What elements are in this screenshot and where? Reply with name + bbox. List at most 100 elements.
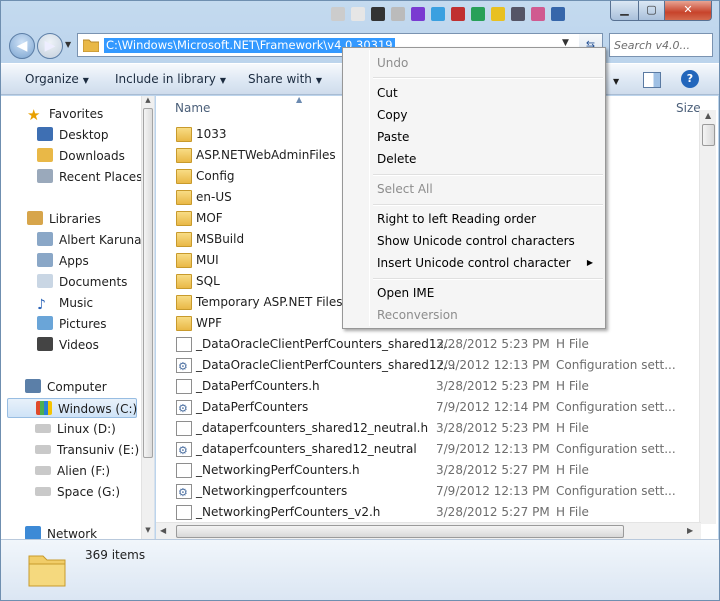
nav-desktop[interactable]: Desktop (37, 125, 109, 145)
menu-item-undo[interactable]: Undo (345, 52, 603, 74)
nav-windows-c[interactable]: Windows (C:) (7, 398, 137, 418)
scrollbar-thumb[interactable] (702, 124, 715, 146)
explorer-window: ▁ ▢ ✕ ◀ ▶ ▼ C:\Windows\Microsoft.NET\Fra… (0, 0, 720, 601)
file-name: WPF (196, 316, 223, 330)
folder-icon (176, 295, 192, 310)
table-row[interactable]: _dataperfcounters_shared12_neutral.h 3/28… (168, 418, 688, 439)
menu-item-copy[interactable]: Copy (345, 104, 603, 126)
scroll-up-icon[interactable]: ▲ (705, 111, 711, 120)
maximize-button[interactable]: ▢ (638, 1, 665, 21)
menu-item-delete[interactable]: Delete (345, 148, 603, 170)
file-name: 1033 (196, 127, 227, 141)
file-name: Temporary ASP.NET Files (196, 295, 343, 309)
nav-alien-f[interactable]: Alien (F:) (35, 461, 110, 481)
horizontal-scrollbar[interactable]: ◀ ▶ (156, 522, 701, 539)
context-menu: Undo Cut Copy Paste Delete Select All Ri… (342, 47, 606, 329)
recent-pages-dropdown-icon[interactable]: ▼ (65, 40, 71, 49)
menu-item-reconversion[interactable]: Reconversion (345, 304, 603, 326)
file-name: _DataOracleClientPerfCounters_shared12..… (196, 358, 456, 372)
forward-button[interactable]: ▶ (37, 33, 63, 59)
nav-videos[interactable]: Videos (37, 335, 99, 355)
nav-apps[interactable]: Apps (37, 251, 89, 271)
navpane-scrollbar[interactable]: ▲ ▼ (141, 96, 154, 539)
menu-item-rtl-reading-order[interactable]: Right to left Reading order (345, 208, 603, 230)
nav-music[interactable]: ♪ Music (37, 293, 93, 313)
chevron-down-icon: ▼ (315, 76, 323, 85)
menu-separator (373, 77, 603, 79)
share-with-button[interactable]: Share with ▼ (248, 72, 322, 86)
table-row[interactable]: _DataPerfCounters.h 3/28/2012 5:23 PM H Fi… (168, 376, 688, 397)
nav-documents[interactable]: Documents (37, 272, 127, 292)
nav-downloads[interactable]: Downloads (37, 146, 125, 166)
search-input[interactable] (612, 35, 712, 55)
nav-space-g[interactable]: Space (G:) (35, 482, 120, 502)
title-bar: ▁ ▢ ✕ (1, 1, 719, 29)
videos-icon (37, 337, 53, 351)
menu-item-show-unicode[interactable]: Show Unicode control characters (345, 230, 603, 252)
table-row[interactable]: _Networkingperfcounters 7/9/2012 12:13 PM… (168, 481, 688, 503)
scroll-right-icon[interactable]: ▶ (687, 526, 693, 535)
file-date: 3/28/2012 5:23 PM (436, 421, 550, 435)
file-icon (176, 463, 192, 478)
nav-pictures[interactable]: Pictures (37, 314, 107, 334)
table-row[interactable]: _NetworkingPerfCounters.h 3/28/2012 5:27 … (168, 460, 688, 481)
nav-label: Music (59, 296, 94, 310)
table-row[interactable]: _DataOracleClientPerfCounters_shared12..… (168, 355, 688, 377)
nav-network[interactable]: Network (25, 524, 97, 539)
menu-item-cut[interactable]: Cut (345, 82, 603, 104)
file-icon (176, 337, 192, 352)
menu-item-select-all[interactable]: Select All (345, 178, 603, 200)
menu-item-open-ime[interactable]: Open IME (345, 282, 603, 304)
nav-label: Network (47, 527, 98, 539)
nav-transuniv-e[interactable]: Transuniv (E:) (35, 440, 139, 460)
preview-pane-icon[interactable] (643, 72, 661, 88)
chevron-down-icon: ▼ (82, 76, 89, 85)
file-name: _NetworkingPerfCounters.h (196, 463, 360, 477)
nav-computer[interactable]: Computer (25, 377, 107, 397)
star-icon: ★ (27, 106, 41, 124)
organize-label: Organize (25, 72, 79, 86)
search-box[interactable] (609, 33, 713, 57)
menu-item-insert-unicode[interactable]: Insert Unicode control character ▶ (345, 252, 603, 274)
close-button[interactable]: ✕ (664, 1, 712, 21)
scroll-left-icon[interactable]: ◀ (160, 526, 166, 535)
file-name: _dataperfcounters_shared12_neutral.h (196, 421, 429, 435)
file-list-scrollbar[interactable]: ▲ (699, 110, 716, 524)
file-icon (176, 505, 192, 520)
nav-albert-karuna[interactable]: Albert Karuna (37, 230, 142, 250)
nav-linux-d[interactable]: Linux (D:) (35, 419, 116, 439)
column-name[interactable]: Name (175, 101, 210, 115)
file-name: _DataPerfCounters (196, 400, 309, 414)
library-icon (37, 253, 53, 267)
include-in-library-button[interactable]: Include in library ▼ (115, 72, 226, 86)
menu-item-paste[interactable]: Paste (345, 126, 603, 148)
minimize-button[interactable]: ▁ (610, 1, 639, 21)
file-type: Configuration sett... (556, 484, 676, 498)
help-icon[interactable]: ? (681, 70, 699, 88)
back-button[interactable]: ◀ (9, 33, 35, 59)
view-options-chevron-icon[interactable]: ▼ (613, 73, 619, 93)
libraries-icon (27, 211, 43, 225)
nav-favorites[interactable]: ★ Favorites (27, 104, 103, 124)
nav-recent-places[interactable]: Recent Places (37, 167, 142, 187)
table-row[interactable]: _dataperfcounters_shared12_neutral 7/9/20… (168, 439, 688, 461)
scroll-up-icon[interactable]: ▲ (143, 96, 153, 104)
scrollbar-thumb[interactable] (176, 525, 624, 538)
nav-label: Linux (D:) (57, 422, 116, 436)
submenu-arrow-icon: ▶ (586, 258, 593, 267)
organize-button[interactable]: Organize ▼ (25, 72, 89, 86)
column-size[interactable]: Size (676, 101, 701, 115)
file-type: Configuration sett... (556, 400, 676, 414)
table-row[interactable]: _NetworkingPerfCounters_v2.h 3/28/2012 5:… (168, 502, 688, 523)
scroll-down-icon[interactable]: ▼ (143, 526, 153, 534)
table-row[interactable]: _DataOracleClientPerfCounters_shared12..… (168, 334, 688, 355)
nav-libraries[interactable]: Libraries (27, 209, 101, 229)
file-name: MSBuild (196, 232, 245, 246)
table-row[interactable]: _DataPerfCounters 7/9/2012 12:14 PM Config… (168, 397, 688, 419)
file-type: H File (556, 337, 589, 351)
scrollbar-thumb[interactable] (143, 108, 153, 458)
file-date: 7/9/2012 12:14 PM (436, 400, 550, 414)
config-file-icon (176, 482, 192, 503)
recent-places-icon (37, 169, 53, 183)
config-file-icon (176, 398, 192, 419)
